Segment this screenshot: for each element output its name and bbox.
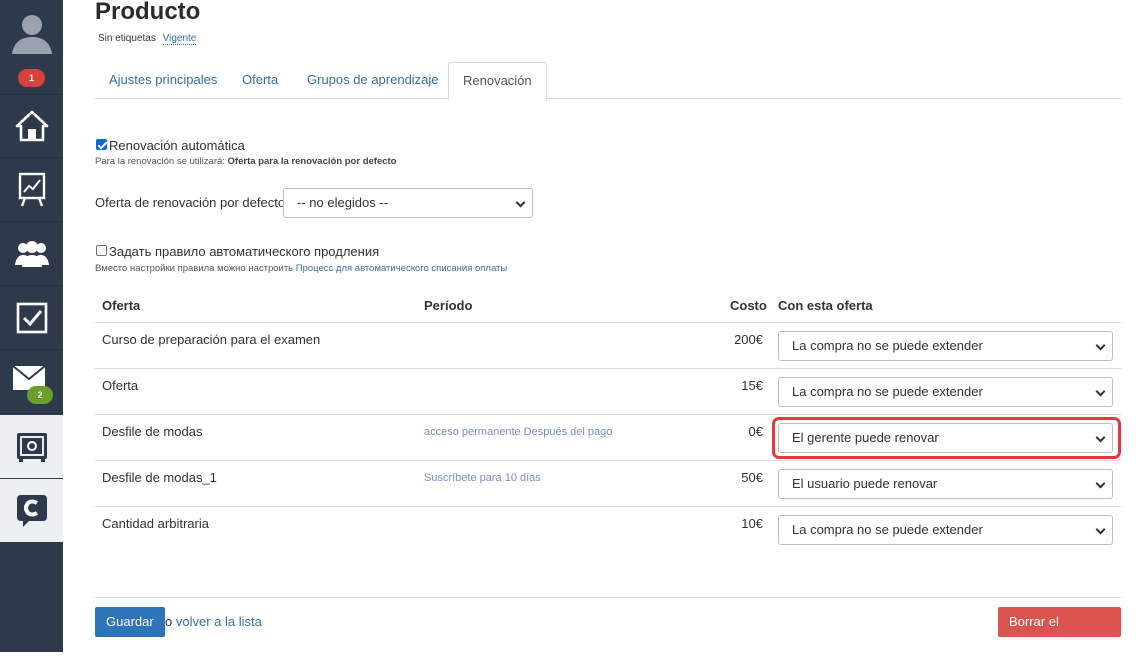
highlight-box [772, 417, 1121, 459]
main-content: Producto Sin etiquetas Vigente Ajustes p… [95, 0, 1121, 659]
sidebar: 1 2 [0, 0, 63, 652]
tags-line: Sin etiquetas Vigente [98, 33, 197, 45]
offer-name: Desfile de modas [102, 424, 203, 439]
tab-offer[interactable]: Oferta [228, 62, 292, 99]
table-row: Oferta 15€ La compra no se puede extende… [95, 368, 1121, 414]
default-offer-select[interactable]: -- no elegidos -- [283, 188, 533, 218]
delete-product-button[interactable]: Borrar el producto [998, 607, 1121, 659]
offer-period: Suscríbete para 10 días [424, 472, 541, 484]
auto-payment-process-link[interactable]: Процесс для автоматического списания опл… [296, 263, 507, 274]
tab-learning-groups[interactable]: Grupos de aprendizaje [293, 62, 453, 99]
auto-renewal-hint-prefix: Para la renovación se utilizará: [95, 156, 225, 167]
back-to-list-link[interactable]: volver a la lista [176, 614, 262, 629]
chevron-down-icon [1095, 478, 1106, 489]
or-text: o [165, 614, 173, 629]
auto-renewal-checkbox[interactable] [96, 139, 107, 150]
auto-extend-rule-label: Задать правило автоматического продления [109, 244, 380, 259]
renewal-option-select[interactable]: La compra no se puede extender [778, 377, 1113, 407]
renewal-option-value: El usuario puede renovar [792, 476, 938, 491]
offer-cost: 50€ [741, 470, 763, 485]
auto-renewal-hint-value: Oferta para la renovación por defecto [227, 156, 397, 167]
renewal-option-value: La compra no se puede extender [792, 338, 983, 353]
renewal-option-select[interactable]: La compra no se puede extender [778, 331, 1113, 361]
user-avatar[interactable] [0, 0, 63, 64]
offer-cost: 10€ [741, 516, 763, 531]
chevron-down-icon [1095, 340, 1106, 351]
tab-renewal[interactable]: Renovación [448, 62, 547, 100]
header-with-offer: Con esta oferta [778, 298, 873, 313]
sidebar-item-home[interactable] [0, 95, 63, 158]
offer-period: acceso permanente Después del pago [424, 426, 613, 438]
header-offer: Oferta [102, 298, 141, 313]
renewal-option-select[interactable]: La compra no se puede extender [778, 515, 1113, 545]
sidebar-item-brand[interactable] [0, 479, 63, 542]
auto-extend-rule-hint: Вместо настройки правила можно настроить… [95, 263, 507, 274]
auto-extend-rule-checkbox[interactable] [96, 245, 107, 256]
page-title: Producto [95, 0, 201, 25]
table-row: Cantidad arbitraria 10€ La compra no se … [95, 506, 1121, 552]
offer-name: Desfile de modas_1 [102, 470, 217, 485]
default-offer-label: Oferta de renovación por defecto: [95, 195, 289, 210]
avatar-icon [11, 15, 52, 54]
home-icon [15, 110, 48, 142]
offer-cost: 0€ [748, 424, 763, 439]
tab-bar: Ajustes principales Oferta Grupos de apr… [95, 62, 1121, 100]
default-offer-value: -- no elegidos -- [297, 195, 389, 210]
header-period: Período [424, 298, 473, 313]
renewal-option-value: La compra no se puede extender [792, 522, 983, 537]
sidebar-item-stats[interactable] [0, 159, 63, 222]
checkbox-icon [16, 302, 47, 334]
chart-board-icon [18, 172, 45, 207]
safe-icon [16, 432, 47, 462]
renewal-option-value: La compra no se puede extender [792, 384, 983, 399]
sidebar-item-users[interactable] [0, 223, 63, 286]
sidebar-item-messages[interactable] [0, 351, 63, 414]
status-link[interactable]: Vigente [162, 33, 197, 45]
header-cost: Costo [730, 298, 767, 313]
auto-extend-hint-prefix: Вместо настройки правила можно настроить [95, 263, 294, 274]
table-row: Desfile de modas_1 Suscríbete para 10 dí… [95, 460, 1121, 506]
chevron-down-icon [1095, 386, 1106, 397]
brand-logo-icon [16, 494, 47, 527]
table-row: Desfile de modas acceso permanente Despu… [95, 414, 1121, 460]
save-button[interactable]: Guardar [95, 607, 165, 637]
auto-renewal-hint: Para la renovación se utilizará: Oferta … [95, 156, 396, 167]
notifications-badge[interactable]: 1 [18, 69, 45, 87]
back-to-list: o volver a la lista [165, 614, 262, 629]
users-icon [14, 241, 49, 267]
chevron-down-icon [1095, 524, 1106, 535]
offer-name: Oferta [102, 378, 139, 393]
offer-cost: 200€ [734, 332, 763, 347]
tab-main-settings[interactable]: Ajustes principales [95, 62, 231, 99]
table-row: Curso de preparación para el examen 200€… [95, 322, 1121, 368]
offer-name: Curso de preparación para el examen [102, 332, 321, 347]
offer-cost: 15€ [741, 378, 763, 393]
renewal-option-select[interactable]: El usuario puede renovar [778, 469, 1113, 499]
sidebar-item-products[interactable] [0, 415, 63, 478]
sidebar-item-tasks[interactable] [0, 287, 63, 350]
auto-renewal-label: Renovación automática [109, 138, 245, 153]
messages-badge[interactable]: 2 [27, 386, 53, 404]
footer-divider [95, 597, 1121, 598]
tags-label: Sin etiquetas [98, 33, 156, 44]
offer-name: Cantidad arbitraria [102, 516, 209, 531]
chevron-down-icon [515, 197, 526, 208]
